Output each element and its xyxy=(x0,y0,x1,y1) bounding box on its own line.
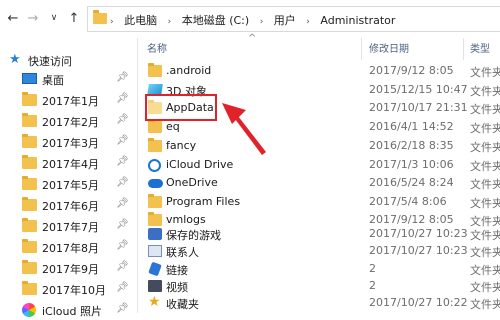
annotation-arrow xyxy=(222,103,266,155)
